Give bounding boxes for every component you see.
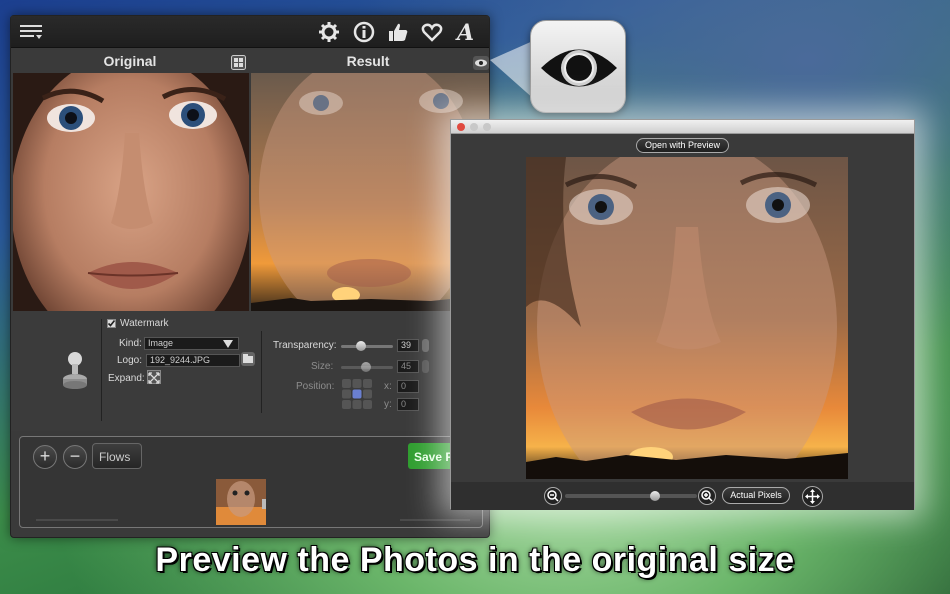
flow-scrollbar[interactable] — [36, 519, 118, 521]
size-stepper[interactable] — [422, 360, 429, 373]
preview-toolbar: Actual Pixels — [451, 482, 914, 510]
flows-panel: + − Flows Save Res — [19, 436, 483, 528]
actual-pixels-button[interactable]: Actual Pixels — [722, 487, 790, 504]
transparency-label: Transparency: — [273, 340, 337, 351]
browse-logo-button[interactable] — [241, 352, 255, 366]
eye-icon — [541, 49, 617, 87]
kind-value: Image — [148, 338, 174, 348]
expand-icon[interactable] — [147, 370, 161, 384]
transparency-value[interactable]: 39 — [397, 339, 419, 352]
transparency-slider[interactable] — [341, 345, 393, 348]
size-slider-knob[interactable] — [361, 362, 371, 372]
y-value[interactable]: 0 — [397, 398, 419, 411]
size-label: Size: — [311, 361, 334, 372]
gear-icon[interactable] — [317, 21, 341, 43]
preview-image — [526, 157, 848, 479]
x-label: x: — [384, 381, 392, 392]
app-toolbar: A — [11, 16, 489, 48]
add-flow-button[interactable]: + — [33, 445, 57, 469]
original-header: Original — [103, 53, 157, 69]
y-label: y: — [384, 399, 392, 410]
remove-flow-button[interactable]: − — [63, 445, 87, 469]
size-value[interactable]: 45 — [397, 360, 419, 373]
main-app-window: A Original Result Watermark Kind: Image … — [10, 15, 490, 538]
info-icon[interactable] — [352, 21, 376, 43]
flows-dropdown-label: Flows — [99, 450, 131, 464]
zoom-slider-knob[interactable] — [650, 491, 660, 501]
position-label: Position: — [296, 381, 335, 392]
expand-label: Expand: — [108, 373, 145, 384]
menu-icon[interactable] — [19, 21, 43, 43]
divider — [261, 331, 262, 413]
flow-scrollbar[interactable] — [400, 519, 470, 521]
promo-caption: Preview the Photos in the original size — [155, 541, 795, 579]
flow-thumbnail[interactable] — [216, 479, 266, 525]
result-header: Result — [346, 53, 390, 69]
position-grid[interactable] — [341, 378, 373, 410]
divider — [101, 319, 102, 421]
heart-icon[interactable] — [420, 21, 444, 43]
minimize-button[interactable] — [470, 123, 478, 131]
thumbs-up-icon[interactable] — [386, 21, 410, 43]
zoom-button[interactable] — [483, 123, 491, 131]
svg-text:A: A — [455, 21, 474, 43]
zoom-in-icon[interactable] — [698, 487, 716, 505]
preview-window: Open with Preview Actual Pixels — [450, 119, 915, 510]
watermark-label: Watermark — [120, 318, 169, 329]
transparency-slider-knob[interactable] — [356, 341, 367, 351]
font-icon[interactable]: A — [455, 21, 479, 43]
zoom-slider[interactable] — [565, 494, 697, 498]
close-button[interactable] — [457, 123, 465, 131]
eye-callout — [530, 20, 626, 113]
kind-label: Kind: — [119, 338, 142, 349]
chevron-down-icon — [223, 340, 233, 348]
watermark-checkbox[interactable] — [107, 319, 116, 328]
kind-select[interactable]: Image — [144, 337, 239, 350]
logo-field[interactable]: 192_9244.JPG — [146, 354, 240, 367]
original-photo — [13, 73, 249, 311]
preview-titlebar — [451, 120, 914, 134]
zoom-out-icon[interactable] — [544, 487, 562, 505]
x-value[interactable]: 0 — [397, 380, 419, 393]
stamp-icon — [61, 351, 89, 391]
eye-icon[interactable] — [473, 56, 489, 70]
open-with-preview-button[interactable]: Open with Preview — [636, 138, 729, 153]
layout-icon[interactable] — [231, 55, 246, 70]
settings-panel: Watermark Kind: Image Logo: 192_9244.JPG… — [11, 311, 489, 431]
logo-label: Logo: — [117, 355, 143, 366]
fullscreen-icon[interactable] — [802, 486, 823, 507]
transparency-stepper[interactable] — [422, 339, 429, 352]
flows-dropdown[interactable]: Flows — [92, 443, 142, 469]
